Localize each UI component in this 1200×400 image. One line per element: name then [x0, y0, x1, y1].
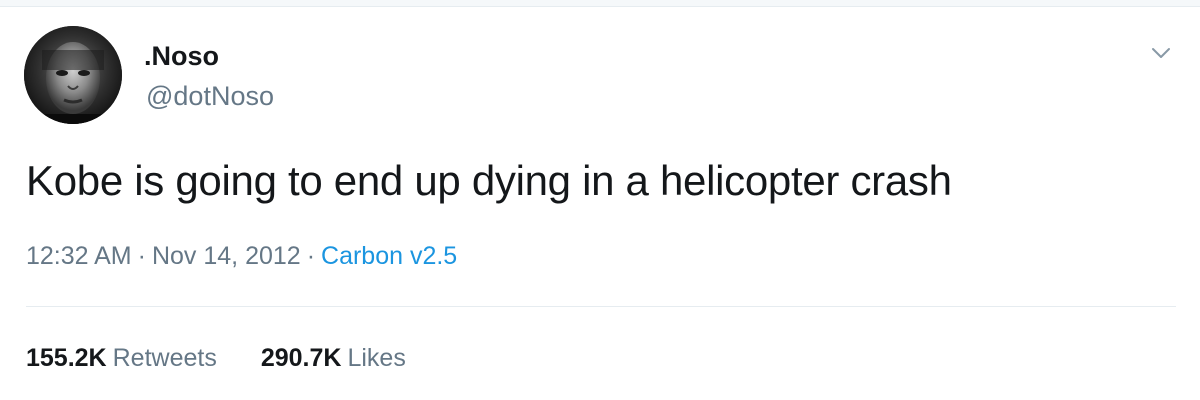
tweet-text: Kobe is going to end up dying in a helic…	[26, 157, 952, 204]
likes-label: Likes	[347, 344, 406, 372]
avatar[interactable]	[24, 26, 122, 124]
tweet-meta: 12:32 AM · Nov 14, 2012 · Carbon v2.5	[26, 240, 457, 272]
retweets-count: 155.2K	[26, 344, 107, 372]
avatar-image	[24, 26, 122, 124]
likes-stat[interactable]: 290.7K Likes	[261, 342, 406, 374]
divider	[26, 306, 1176, 307]
tweet-date[interactable]: Nov 14, 2012	[152, 242, 301, 270]
tweet-source-link[interactable]: Carbon v2.5	[321, 242, 457, 270]
tweet-time[interactable]: 12:32 AM	[26, 242, 132, 270]
retweets-label: Retweets	[112, 344, 217, 372]
tweet-card: .Noso @dotNoso Kobe is going to end up d…	[0, 0, 1200, 400]
chevron-down-icon	[1152, 48, 1170, 58]
tweet-menu-button[interactable]	[1148, 40, 1174, 66]
tweet-stats: 155.2K Retweets 290.7K Likes	[26, 342, 406, 374]
likes-count: 290.7K	[260, 344, 342, 372]
meta-separator: ·	[306, 242, 316, 270]
display-name[interactable]: .Noso	[144, 40, 219, 72]
retweets-stat[interactable]: 155.2K Retweets	[26, 342, 217, 374]
meta-separator: ·	[137, 242, 146, 270]
user-handle[interactable]: @dotNoso	[146, 80, 274, 112]
